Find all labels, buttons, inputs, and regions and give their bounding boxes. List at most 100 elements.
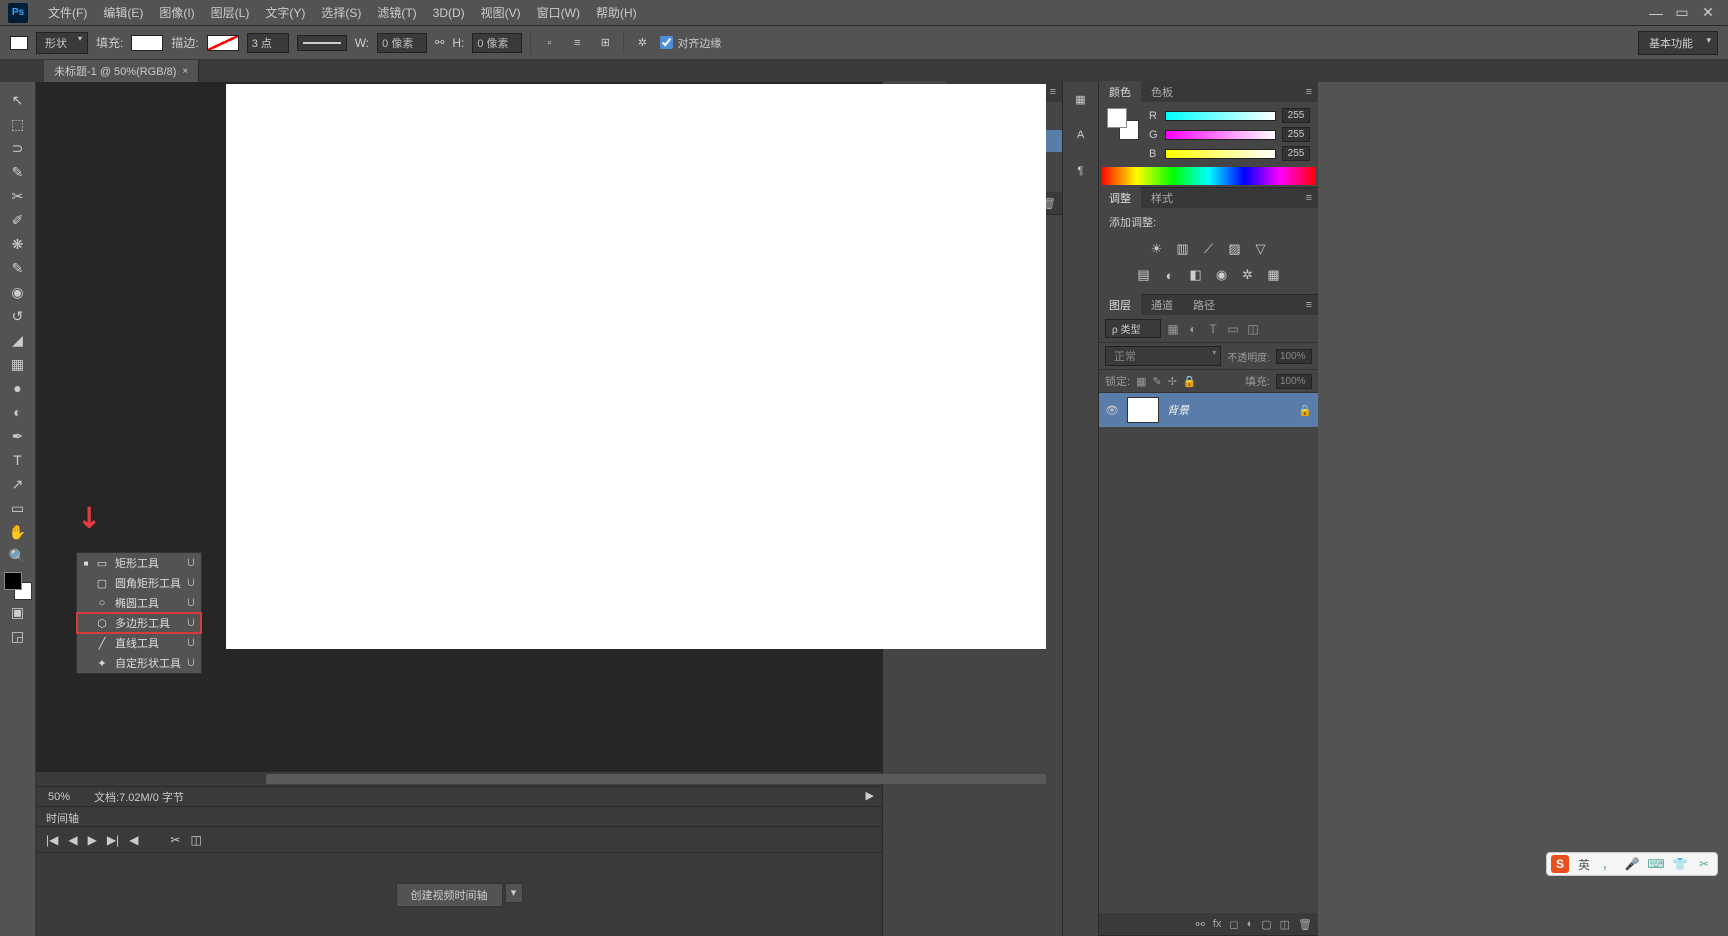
rectangle-tool-item[interactable]: ■▭矩形工具U bbox=[77, 553, 201, 573]
ellipse-tool-item[interactable]: ○椭圆工具U bbox=[77, 593, 201, 613]
styles-tab[interactable]: 样式 bbox=[1141, 187, 1183, 209]
ime-keyboard-icon[interactable]: ⌨ bbox=[1647, 855, 1665, 873]
layer-style-icon[interactable]: fx bbox=[1213, 918, 1222, 930]
paragraph-collapsed-icon[interactable]: ¶ bbox=[1070, 160, 1092, 182]
filter-type-icon[interactable]: T bbox=[1205, 322, 1221, 336]
prev-frame-icon[interactable]: ◀ bbox=[68, 833, 77, 847]
tab-close-icon[interactable]: × bbox=[182, 66, 188, 77]
stroke-width-input[interactable]: 3 点 bbox=[247, 33, 289, 53]
exposure-icon[interactable]: ▨ bbox=[1226, 240, 1244, 258]
minimize-button[interactable]: — bbox=[1644, 4, 1668, 22]
cut-icon[interactable]: ✂ bbox=[170, 833, 180, 847]
menu-select[interactable]: 选择(S) bbox=[313, 4, 369, 21]
menu-edit[interactable]: 编辑(E) bbox=[95, 4, 151, 21]
align-check-input[interactable] bbox=[660, 36, 673, 49]
zoom-tool[interactable]: 🔍 bbox=[7, 545, 29, 567]
ime-tool-icon[interactable]: ✂ bbox=[1695, 855, 1713, 873]
opacity-input[interactable]: 100% bbox=[1276, 349, 1312, 364]
color-tab[interactable]: 颜色 bbox=[1099, 81, 1141, 103]
filter-type-select[interactable]: ρ 类型 bbox=[1105, 319, 1161, 338]
lock-image-icon[interactable]: ✎ bbox=[1152, 375, 1161, 388]
align-edges-checkbox[interactable]: 对齐边缘 bbox=[660, 35, 721, 51]
gradient-tool[interactable]: ▦ bbox=[7, 353, 29, 375]
stroke-style-select[interactable] bbox=[297, 35, 347, 51]
fill-input[interactable]: 100% bbox=[1276, 374, 1312, 389]
menu-view[interactable]: 视图(V) bbox=[473, 4, 529, 21]
menu-text[interactable]: 文字(Y) bbox=[257, 4, 313, 21]
curves-icon[interactable]: ⟋ bbox=[1200, 240, 1218, 258]
filter-adjust-icon[interactable]: ◐ bbox=[1185, 322, 1201, 336]
fg-bg-colors[interactable] bbox=[4, 572, 32, 600]
bw-icon[interactable]: ◧ bbox=[1187, 266, 1205, 284]
polygon-tool-item[interactable]: ⬡多边形工具U bbox=[77, 613, 201, 633]
path-arrangement-icon[interactable]: ⊞ bbox=[595, 33, 615, 53]
swatches-tab[interactable]: 色板 bbox=[1141, 81, 1183, 103]
path-alignment-icon[interactable]: ≡ bbox=[567, 33, 587, 53]
create-timeline-button[interactable]: 创建视频时间轴 bbox=[396, 883, 503, 907]
shape-tool[interactable]: ▭ bbox=[7, 497, 29, 519]
next-frame-icon[interactable]: ▶| bbox=[107, 833, 119, 847]
play-icon[interactable]: ▶ bbox=[88, 833, 97, 847]
menu-window[interactable]: 窗口(W) bbox=[529, 4, 588, 21]
pen-tool[interactable]: ✒ bbox=[7, 425, 29, 447]
vibrance-icon[interactable]: ▽ bbox=[1252, 240, 1270, 258]
lookup-icon[interactable]: ▦ bbox=[1265, 266, 1283, 284]
gear-icon[interactable]: ✲ bbox=[632, 33, 652, 53]
menu-file[interactable]: 文件(F) bbox=[40, 4, 95, 21]
healing-tool[interactable]: ❋ bbox=[7, 233, 29, 255]
lock-all-icon[interactable]: 🔒 bbox=[1183, 375, 1197, 388]
marquee-tool[interactable]: ⬚ bbox=[7, 113, 29, 135]
new-fill-icon[interactable]: ◐ bbox=[1247, 918, 1254, 930]
panel-menu-icon[interactable]: ≡ bbox=[1044, 86, 1062, 98]
menu-image[interactable]: 图像(I) bbox=[151, 4, 202, 21]
lasso-tool[interactable]: ⊃ bbox=[7, 137, 29, 159]
goto-start-icon[interactable]: |◀ bbox=[46, 833, 58, 847]
close-button[interactable]: ✕ bbox=[1696, 4, 1720, 22]
eraser-tool[interactable]: ◢ bbox=[7, 329, 29, 351]
maximize-button[interactable]: ▭ bbox=[1670, 4, 1694, 22]
blend-mode-select[interactable]: 正常 bbox=[1105, 346, 1221, 366]
channel-mixer-icon[interactable]: ✲ bbox=[1239, 266, 1257, 284]
history-brush-tool[interactable]: ↺ bbox=[7, 305, 29, 327]
custom-shape-tool-item[interactable]: ✦自定形状工具U bbox=[77, 653, 201, 673]
menu-layer[interactable]: 图层(L) bbox=[203, 4, 258, 21]
workspace-select[interactable]: 基本功能 bbox=[1638, 31, 1718, 55]
b-value[interactable]: 255 bbox=[1282, 146, 1310, 161]
layer-name[interactable]: 背景 bbox=[1167, 402, 1290, 418]
quick-select-tool[interactable]: ✎ bbox=[7, 161, 29, 183]
b-slider[interactable] bbox=[1165, 149, 1276, 159]
tool-preset-icon[interactable] bbox=[10, 36, 28, 50]
width-input[interactable]: 0 像素 bbox=[377, 33, 427, 53]
blur-tool[interactable]: ● bbox=[7, 377, 29, 399]
g-value[interactable]: 255 bbox=[1282, 127, 1310, 142]
stamp-tool[interactable]: ◉ bbox=[7, 281, 29, 303]
link-icon[interactable]: ⚯ bbox=[435, 36, 444, 49]
panel-menu-icon[interactable]: ≡ bbox=[1300, 192, 1318, 204]
adjustments-tab[interactable]: 调整 bbox=[1099, 187, 1141, 209]
menu-3d[interactable]: 3D(D) bbox=[425, 6, 473, 20]
paths-tab[interactable]: 路径 bbox=[1183, 294, 1225, 316]
path-operations-icon[interactable]: ▫ bbox=[539, 33, 559, 53]
ime-punct-icon[interactable]: ， bbox=[1599, 855, 1617, 873]
r-value[interactable]: 255 bbox=[1282, 108, 1310, 123]
color-fgbg[interactable] bbox=[1107, 108, 1139, 140]
document-tab[interactable]: 未标题-1 @ 50%(RGB/8) × bbox=[44, 60, 199, 82]
g-slider[interactable] bbox=[1165, 130, 1276, 140]
line-tool-item[interactable]: ╱直线工具U bbox=[77, 633, 201, 653]
link-layers-icon[interactable]: ⚯ bbox=[1196, 918, 1205, 931]
zoom-level[interactable]: 50% bbox=[48, 791, 70, 803]
menu-filter[interactable]: 滤镜(T) bbox=[369, 4, 424, 21]
ime-lang[interactable]: 英 bbox=[1575, 855, 1593, 873]
filter-shape-icon[interactable]: ▭ bbox=[1225, 322, 1241, 336]
swatches-collapsed-icon[interactable]: ▦ bbox=[1070, 88, 1092, 110]
stroke-swatch[interactable] bbox=[207, 35, 239, 51]
height-input[interactable]: 0 像素 bbox=[472, 33, 522, 53]
ime-toolbar[interactable]: S 英 ， 🎤 ⌨ 👕 ✂ bbox=[1546, 852, 1718, 876]
canvas-viewport[interactable]: ↘ ■▭矩形工具U ▢圆角矩形工具U ○椭圆工具U ⬡多边形工具U ╱直线工具U… bbox=[36, 82, 882, 772]
photo-filter-icon[interactable]: ◉ bbox=[1213, 266, 1231, 284]
add-mask-icon[interactable]: ◻ bbox=[1229, 918, 1238, 931]
color-spectrum[interactable] bbox=[1101, 167, 1316, 185]
filter-pixel-icon[interactable]: ▦ bbox=[1165, 322, 1181, 336]
transition-icon[interactable]: ◫ bbox=[190, 833, 201, 847]
hand-tool[interactable]: ✋ bbox=[7, 521, 29, 543]
